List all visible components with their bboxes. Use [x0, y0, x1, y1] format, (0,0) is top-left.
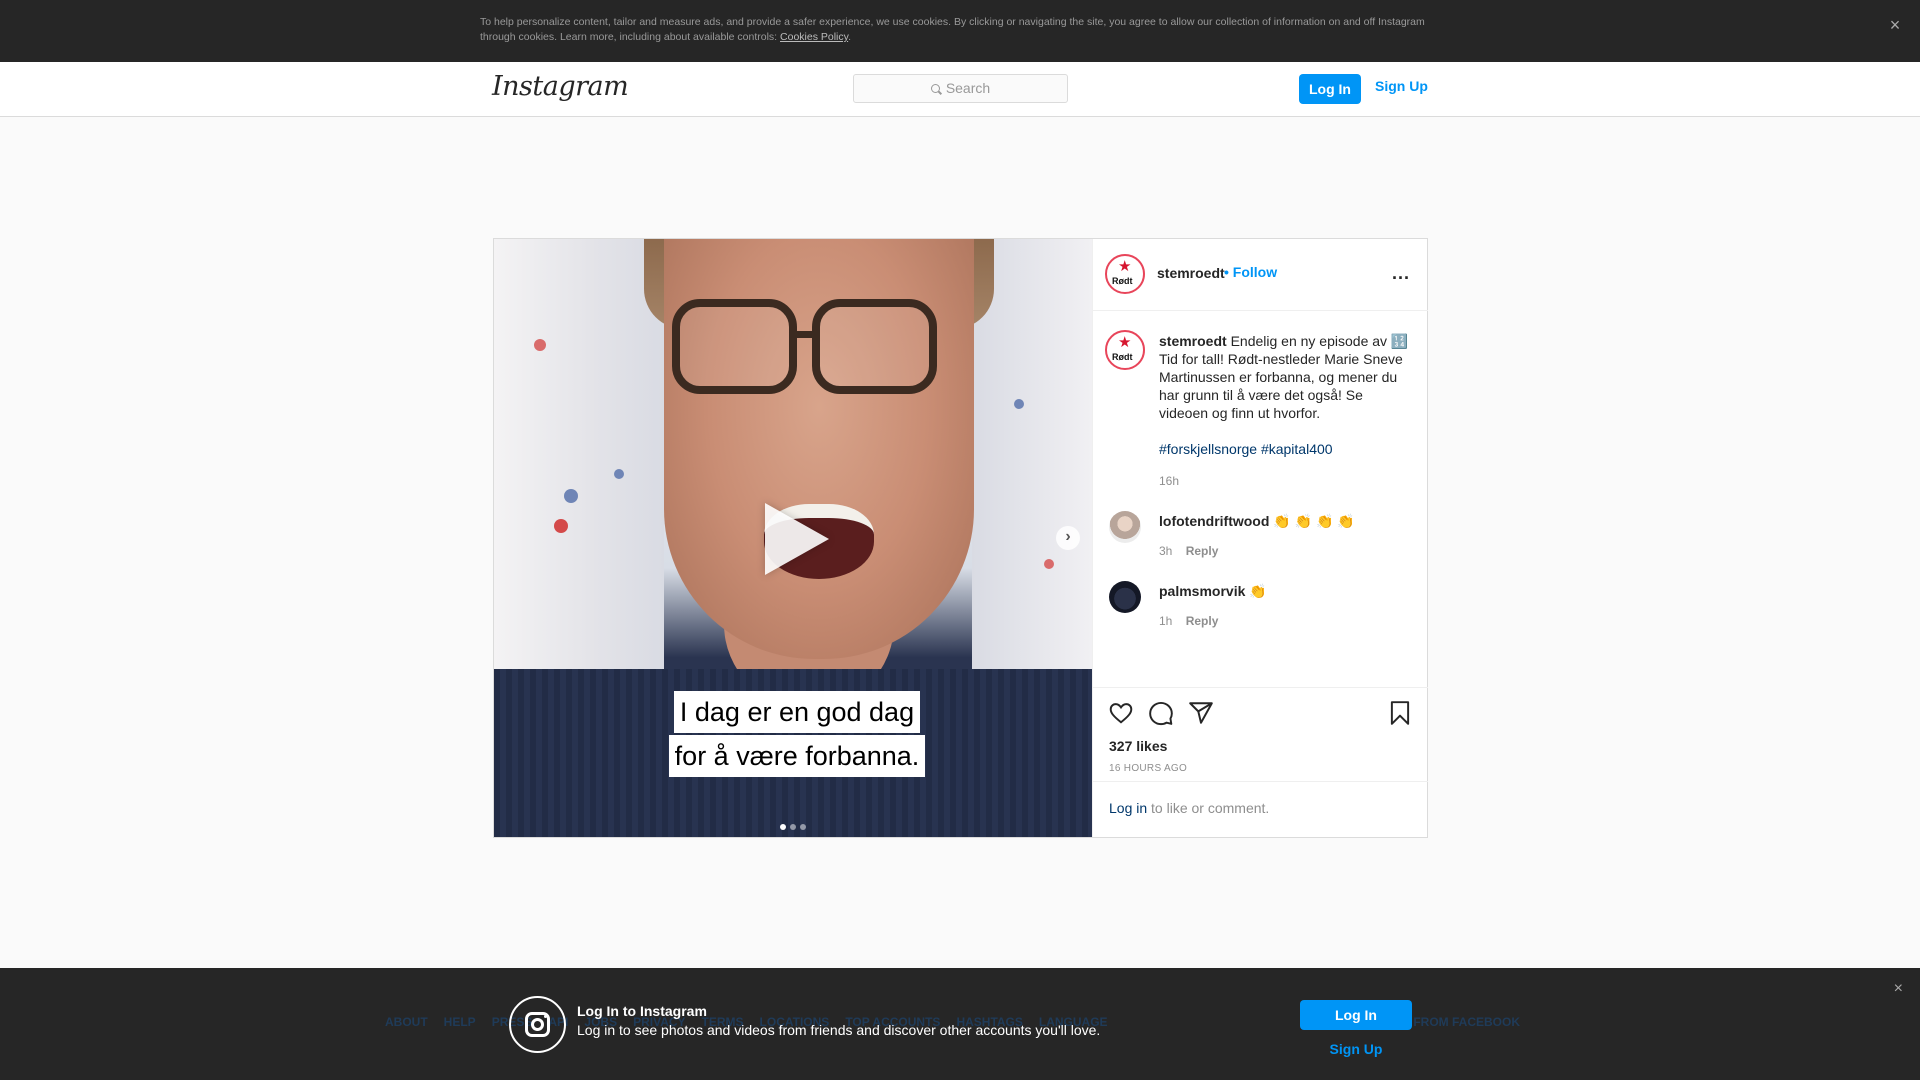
- comment-meta: 3h Reply: [1159, 544, 1218, 558]
- cookie-period: .: [848, 31, 852, 43]
- star-icon: ★: [1118, 258, 1132, 275]
- footer: ABOUT HELP PRESS API JOBS PRIVACY TERMS LOCATIO…: [0, 968, 1920, 1080]
- curtain-dot: [1014, 399, 1024, 409]
- more-options-icon[interactable]: ...: [1392, 263, 1410, 284]
- curtain-dot: [1044, 559, 1054, 569]
- play-icon[interactable]: [765, 503, 829, 575]
- prompt-title: Log In to Instagram: [577, 1003, 707, 1019]
- post-card: › I dag er en god dag for å være forbann…: [493, 238, 1428, 838]
- likes-count[interactable]: 327 likes: [1109, 738, 1167, 754]
- avatar[interactable]: [1109, 511, 1141, 543]
- comment-content: palmsmorvik 👏: [1159, 583, 1267, 600]
- caption-avatar[interactable]: ★ Rødt: [1105, 330, 1145, 370]
- curtain-dot: [614, 469, 624, 479]
- subtitle-line-1: I dag er en god dag: [673, 691, 921, 733]
- login-suffix: to like or comment.: [1147, 800, 1270, 816]
- comment-username[interactable]: lofotendriftwood: [1159, 513, 1269, 529]
- carousel-dot: [800, 824, 806, 830]
- cookie-text: To help personalize content, tailor and …: [480, 15, 1430, 45]
- post-video[interactable]: › I dag er en god dag for å være forbann…: [494, 239, 1092, 837]
- post-header: ★ Rødt stemroedt • Follow ...: [1093, 239, 1428, 311]
- username-link[interactable]: stemroedt: [1157, 265, 1225, 281]
- cookie-message: To help personalize content, tailor and …: [480, 16, 1425, 43]
- login-to-comment: Log in to like or comment.: [1093, 781, 1428, 837]
- avatar[interactable]: ★ Rødt: [1105, 254, 1145, 294]
- video-subtitle: I dag er en god dag for å være forbanna.: [658, 691, 936, 779]
- glasses-lens-left: [672, 299, 797, 394]
- prompt-login-button[interactable]: Log In: [1300, 1000, 1412, 1030]
- cookies-policy-link[interactable]: Cookies Policy: [780, 31, 848, 43]
- avatar-text: Rødt: [1112, 276, 1133, 286]
- close-icon[interactable]: ×: [1884, 14, 1906, 36]
- carousel-dot-active: [780, 824, 786, 830]
- chevron-right-icon[interactable]: ›: [1056, 526, 1080, 550]
- search-placeholder: Search: [945, 80, 991, 96]
- carousel-dot: [790, 824, 796, 830]
- reply-button[interactable]: Reply: [1186, 544, 1219, 558]
- camera-lens: [531, 1018, 544, 1031]
- avatar-text: Rødt: [1112, 352, 1133, 362]
- login-button[interactable]: Log In: [1299, 74, 1361, 104]
- caption-timestamp: 16h: [1159, 474, 1180, 488]
- search-input[interactable]: Search: [853, 74, 1068, 103]
- prompt-signup-link[interactable]: Sign Up: [1300, 1041, 1412, 1057]
- curtain-dot: [554, 519, 568, 533]
- follow-button[interactable]: • Follow: [1224, 264, 1277, 280]
- star-icon: ★: [1118, 334, 1132, 351]
- subtitle-line-2: for å være forbanna.: [668, 735, 926, 777]
- hashtags[interactable]: #forskjellsnorge #kapital400: [1159, 440, 1414, 458]
- camera-dot: [544, 1015, 547, 1018]
- prompt-subtitle: Log in to see photos and videos from fri…: [577, 1022, 1101, 1038]
- glasses-lens-right: [812, 299, 937, 394]
- caption-username[interactable]: stemroedt: [1159, 333, 1227, 349]
- signup-link[interactable]: Sign Up: [1375, 78, 1428, 94]
- share-icon[interactable]: [1188, 700, 1214, 726]
- instagram-logo[interactable]: Instagram: [492, 71, 629, 102]
- comment-username[interactable]: palmsmorvik: [1159, 583, 1245, 599]
- bookmark-icon[interactable]: [1387, 700, 1413, 726]
- post-actions: 327 likes 16 HOURS AGO Log in to like or…: [1093, 687, 1428, 837]
- comment-time: 3h: [1159, 544, 1173, 558]
- comment-text: 👏 👏 👏 👏: [1273, 513, 1355, 529]
- carousel-indicator: [780, 817, 810, 835]
- cookie-banner: To help personalize content, tailor and …: [0, 0, 1920, 62]
- close-icon[interactable]: ×: [1894, 980, 1903, 998]
- curtain-dot: [534, 339, 546, 351]
- reply-button[interactable]: Reply: [1186, 614, 1219, 628]
- comment-text: 👏: [1249, 583, 1267, 599]
- comment-time: 1h: [1159, 614, 1173, 628]
- avatar[interactable]: [1109, 581, 1141, 613]
- login-prompt-banner: Log In to Instagram Log in to see photos…: [0, 968, 1920, 1080]
- curtain-dot: [564, 489, 578, 503]
- glasses-bridge: [794, 331, 816, 338]
- post-caption: stemroedt Endelig en ny episode av 🔢 Tid…: [1159, 332, 1414, 458]
- post-sidebar: ★ Rødt stemroedt • Follow ... ★ Rødt ste…: [1092, 239, 1428, 837]
- search-icon: [930, 84, 940, 93]
- comment-content: lofotendriftwood 👏 👏 👏 👏: [1159, 513, 1355, 530]
- top-nav: Instagram Search Log In Sign Up: [0, 62, 1920, 117]
- instagram-icon: [509, 996, 566, 1053]
- comment-meta: 1h Reply: [1159, 614, 1218, 628]
- heart-icon[interactable]: [1108, 700, 1134, 726]
- post-time: 16 HOURS AGO: [1109, 763, 1188, 774]
- comment-icon[interactable]: [1148, 700, 1174, 726]
- login-link[interactable]: Log in: [1109, 800, 1147, 816]
